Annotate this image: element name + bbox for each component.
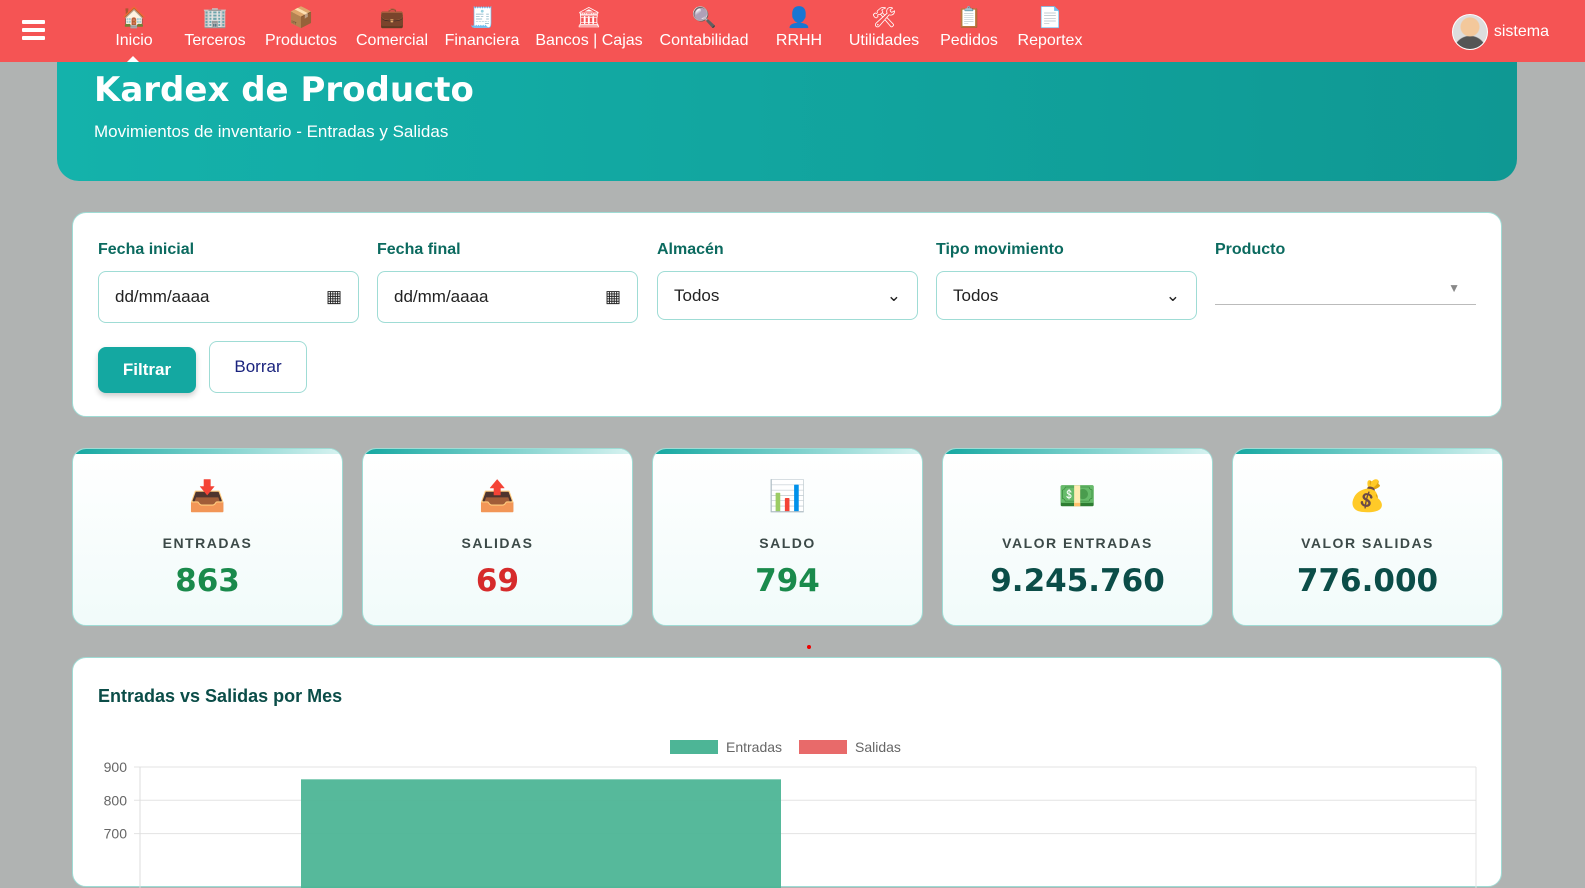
nav-item-financiera[interactable]: 🧾 Financiera xyxy=(422,6,542,50)
chart-card: Entradas vs Salidas por Mes Entradas Sali… xyxy=(72,657,1502,888)
caret-down-icon: ▼ xyxy=(1448,280,1460,295)
almacen-select[interactable]: Todos ⌄ xyxy=(657,271,918,320)
stat-value: 69 xyxy=(475,563,520,599)
y-tick-label: 800 xyxy=(104,792,128,808)
stat-card-valor-entradas: 💵 VALOR ENTRADAS 9.245.760 xyxy=(942,448,1213,626)
tipo-movimiento-select[interactable]: Todos ⌄ xyxy=(936,271,1197,320)
menu-icon[interactable] xyxy=(22,20,45,44)
bar-entradas[interactable] xyxy=(301,779,781,888)
stat-icon: 💰 xyxy=(1348,480,1387,513)
fecha-inicial-label: Fecha inicial xyxy=(98,241,195,258)
page-title: Kardex de Producto xyxy=(94,70,474,110)
bar-chart: Entradas Salidas 900 800 700 xyxy=(104,739,1477,888)
fecha-inicial-input[interactable]: dd/mm/aaaa ▦ xyxy=(98,271,359,323)
almacen-value: Todos xyxy=(674,285,720,305)
filters-panel: Fecha inicial dd/mm/aaaa ▦ Fecha final dd… xyxy=(72,212,1502,417)
stat-value: 794 xyxy=(755,563,820,599)
fecha-final-label: Fecha final xyxy=(377,241,461,258)
page-subtitle: Movimientos de inventario - Entradas y S… xyxy=(94,122,449,141)
stat-icon: 📊 xyxy=(768,480,807,513)
stat-label: VALOR ENTRADAS xyxy=(1002,535,1153,551)
nav-label: Contabilidad xyxy=(659,32,749,49)
y-tick-label: 700 xyxy=(104,826,128,842)
nav-label: Inicio xyxy=(115,32,153,49)
nav-item-reportex[interactable]: 📄 Reportex xyxy=(990,6,1110,50)
stat-icon: 📤 xyxy=(478,480,517,513)
nav-label: RRHH xyxy=(775,32,823,49)
avatar xyxy=(1451,14,1488,50)
tipo-movimiento-label: Tipo movimiento xyxy=(936,241,1064,258)
calendar-icon[interactable]: ▦ xyxy=(326,287,342,307)
tipo-movimiento-value: Todos xyxy=(953,285,999,305)
y-tick-label: 900 xyxy=(104,759,128,775)
legend-swatch-entradas[interactable] xyxy=(670,740,718,754)
stat-card-salidas: 📤 SALIDAS 69 xyxy=(362,448,633,626)
indicator-dot xyxy=(807,645,811,649)
borrar-button[interactable]: Borrar xyxy=(209,341,307,393)
nav-label: Reportex xyxy=(1017,32,1083,49)
chevron-down-icon: ⌄ xyxy=(886,285,901,305)
stat-value: 863 xyxy=(175,563,240,599)
stat-value: 9.245.760 xyxy=(990,563,1165,599)
fecha-final-input[interactable]: dd/mm/aaaa ▦ xyxy=(377,271,638,323)
producto-label: Producto xyxy=(1215,241,1286,258)
clipboard-icon: 📄 xyxy=(1037,7,1063,29)
user-menu[interactable]: sistema xyxy=(1451,14,1549,50)
top-navbar: 🏠 Inicio 🏢 Terceros 📦 Productos 💼 Comercial 🧾 Fin… xyxy=(0,0,1585,62)
stat-label: ENTRADAS xyxy=(162,535,253,551)
stat-card-valor-salidas: 💰 VALOR SALIDAS 776.000 xyxy=(1232,448,1503,626)
stat-label: SALIDAS xyxy=(461,535,534,551)
nav-label: Bancos | Cajas xyxy=(535,32,643,49)
stat-card-saldo: 📊 SALDO 794 xyxy=(652,448,923,626)
chevron-down-icon: ⌄ xyxy=(1165,285,1180,305)
stat-value: 776.000 xyxy=(1296,563,1439,599)
stat-icon: 💵 xyxy=(1058,480,1097,513)
legend-label-salidas[interactable]: Salidas xyxy=(855,739,901,755)
nav-label: Terceros xyxy=(184,32,246,49)
active-indicator xyxy=(127,56,139,62)
invoice-icon: 🧾 xyxy=(469,7,495,29)
legend-label-entradas[interactable]: Entradas xyxy=(726,739,782,755)
nav-item-bancos-cajas[interactable]: 🏛 Bancos | Cajas xyxy=(529,6,649,50)
stat-card-entradas: 📥 ENTRADAS 863 xyxy=(72,448,343,626)
producto-select[interactable]: ▼ xyxy=(1215,271,1476,305)
nav-label: Productos xyxy=(264,32,338,49)
stat-label: VALOR SALIDAS xyxy=(1301,535,1434,551)
fecha-final-value: dd/mm/aaaa xyxy=(394,287,489,306)
nav-label: Comercial xyxy=(355,32,428,49)
nav-label: Financiera xyxy=(444,32,520,49)
almacen-label: Almacén xyxy=(657,241,724,258)
username: sistema xyxy=(1493,23,1549,40)
bank-icon: 🏛 xyxy=(576,7,602,29)
fecha-inicial-value: dd/mm/aaaa xyxy=(115,287,210,306)
legend-swatch-salidas[interactable] xyxy=(799,740,847,754)
stat-label: SALDO xyxy=(759,535,816,551)
filtrar-button[interactable]: Filtrar xyxy=(98,347,196,393)
calendar-icon[interactable]: ▦ xyxy=(605,287,621,307)
stat-icon: 📥 xyxy=(188,480,227,513)
